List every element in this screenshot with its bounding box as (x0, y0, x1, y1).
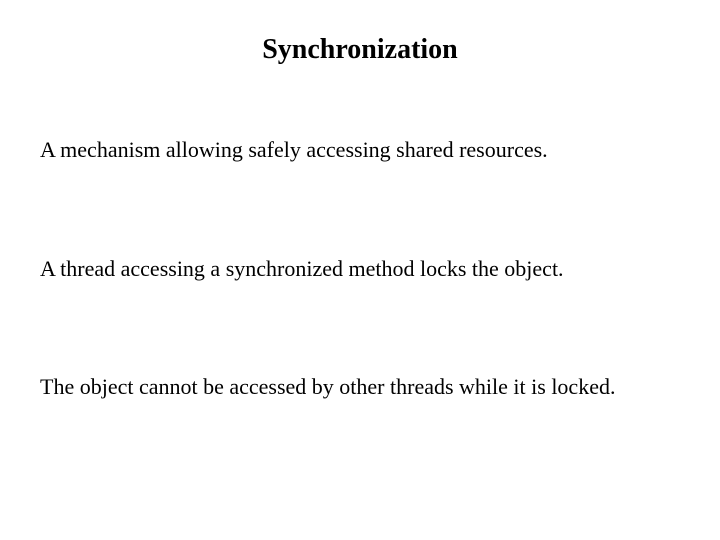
slide-title: Synchronization (40, 34, 680, 66)
paragraph-1: A mechanism allowing safely accessing sh… (40, 136, 680, 165)
paragraph-2: A thread accessing a synchronized method… (40, 255, 680, 284)
paragraph-3: The object cannot be accessed by other t… (40, 373, 680, 402)
slide-container: Synchronization A mechanism allowing saf… (0, 0, 720, 540)
